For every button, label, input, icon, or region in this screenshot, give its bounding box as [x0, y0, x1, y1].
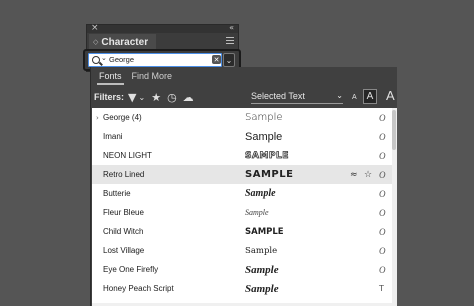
- font-name: Eye One Firefly: [103, 265, 159, 274]
- font-name: Imani: [103, 132, 123, 141]
- font-row-lost-village[interactable]: Lost Village Sample O: [92, 241, 392, 260]
- opentype-icon: O: [379, 169, 386, 180]
- font-name: Lost Village: [103, 246, 145, 255]
- preview-size-medium-button[interactable]: A: [363, 89, 377, 104]
- preview-size-small-button[interactable]: A: [352, 94, 357, 101]
- panel-title-bar: × «: [87, 23, 238, 33]
- panel-diamond-icon: ◇: [93, 38, 99, 46]
- star-icon[interactable]: ★: [151, 91, 161, 104]
- filters-bar: Filters: ▼ ⌄ ★ ◷ ☁ Selected Text ⌄ A A A: [91, 87, 398, 107]
- font-sample: Sample: [245, 188, 276, 199]
- font-name: Retro Lined: [103, 170, 145, 179]
- tab-character-label: Character: [101, 36, 149, 48]
- opentype-icon: O: [379, 131, 386, 142]
- font-list: › George (4) Sample O Imani Sample O NEO…: [92, 108, 392, 306]
- font-name: NEON LIGHT: [103, 151, 152, 160]
- font-row-eye-one-firefly[interactable]: Eye One Firefly Sample O: [92, 260, 392, 279]
- opentype-icon: O: [379, 264, 386, 275]
- font-name: Child Witch: [103, 227, 144, 236]
- font-name: Fleur Bleue: [103, 208, 144, 217]
- opentype-icon: O: [379, 207, 386, 218]
- search-icon[interactable]: [92, 56, 100, 64]
- filters-label: Filters:: [94, 92, 125, 102]
- font-row-neon-light[interactable]: NEON LIGHT SAMPLE O: [92, 146, 392, 165]
- font-sample: SAMPLE: [245, 169, 294, 180]
- font-row-imani[interactable]: Imani Sample O: [92, 127, 392, 146]
- scrollbar-thumb[interactable]: [392, 110, 396, 150]
- preview-size-large-button[interactable]: A: [386, 88, 395, 103]
- tab-fonts[interactable]: Fonts: [97, 69, 124, 85]
- opentype-icon: O: [379, 188, 386, 199]
- font-sample: Sample: [245, 245, 278, 256]
- close-icon[interactable]: ×: [91, 23, 99, 33]
- filter-icon[interactable]: ▼: [128, 91, 136, 104]
- font-list-tabs: Fonts Find More: [91, 69, 174, 85]
- font-row-george[interactable]: › George (4) Sample O: [92, 108, 392, 127]
- recent-icon[interactable]: ◷: [167, 91, 177, 104]
- font-sample: Sample: [245, 208, 269, 217]
- font-sample: Sample: [245, 112, 283, 123]
- expand-chevron-icon[interactable]: ›: [96, 114, 99, 122]
- panel-menu-icon[interactable]: [226, 37, 234, 44]
- workspace-background: × « ◇ Character ⌄ ✕ ⌄ Fonts Find More Fi…: [0, 0, 474, 306]
- font-name: Butterie: [103, 189, 131, 198]
- filter-chevron-icon[interactable]: ⌄: [138, 93, 145, 102]
- collapse-icon[interactable]: «: [229, 23, 234, 32]
- font-row-honey-peach-script[interactable]: Honey Peach Script Sample T: [92, 279, 392, 298]
- font-sample: SAMPLE: [245, 226, 284, 237]
- font-list-dropdown-button[interactable]: ⌄: [223, 53, 235, 67]
- search-options-chevron-icon[interactable]: ⌄: [101, 54, 107, 62]
- font-name: George (4): [103, 113, 142, 122]
- clear-search-button[interactable]: ✕: [212, 55, 221, 64]
- chevron-down-icon: ⌄: [336, 91, 343, 100]
- font-row-fleur-bleue[interactable]: Fleur Bleue Sample O: [92, 203, 392, 222]
- opentype-icon: O: [379, 226, 386, 237]
- favorite-star-icon[interactable]: ☆: [364, 170, 372, 180]
- tab-character[interactable]: ◇ Character: [89, 34, 157, 50]
- font-sample: SAMPLE: [245, 150, 289, 161]
- tab-find-more[interactable]: Find More: [130, 69, 175, 85]
- similar-fonts-icon[interactable]: ≈: [350, 170, 358, 180]
- font-row-child-witch[interactable]: Child Witch SAMPLE O: [92, 222, 392, 241]
- font-row-retro-lined[interactable]: Retro Lined SAMPLE ≈ ☆ O: [92, 165, 392, 184]
- sync-cloud-icon[interactable]: ☁: [183, 91, 194, 104]
- font-name: Honey Peach Script: [103, 284, 174, 293]
- preview-text-select[interactable]: Selected Text ⌄: [251, 91, 343, 104]
- font-sample: Sample: [245, 282, 279, 295]
- font-row-butterie[interactable]: Butterie Sample O: [92, 184, 392, 203]
- font-search-field[interactable]: ⌄: [88, 53, 222, 67]
- opentype-icon: O: [379, 150, 386, 161]
- font-sample: Sample: [245, 130, 283, 143]
- opentype-icon: O: [379, 245, 386, 256]
- preview-text-label: Selected Text: [251, 91, 305, 101]
- opentype-icon: O: [379, 112, 386, 123]
- font-sample: Sample: [245, 263, 279, 276]
- font-search-input[interactable]: [109, 54, 204, 66]
- truetype-icon: T: [379, 284, 384, 293]
